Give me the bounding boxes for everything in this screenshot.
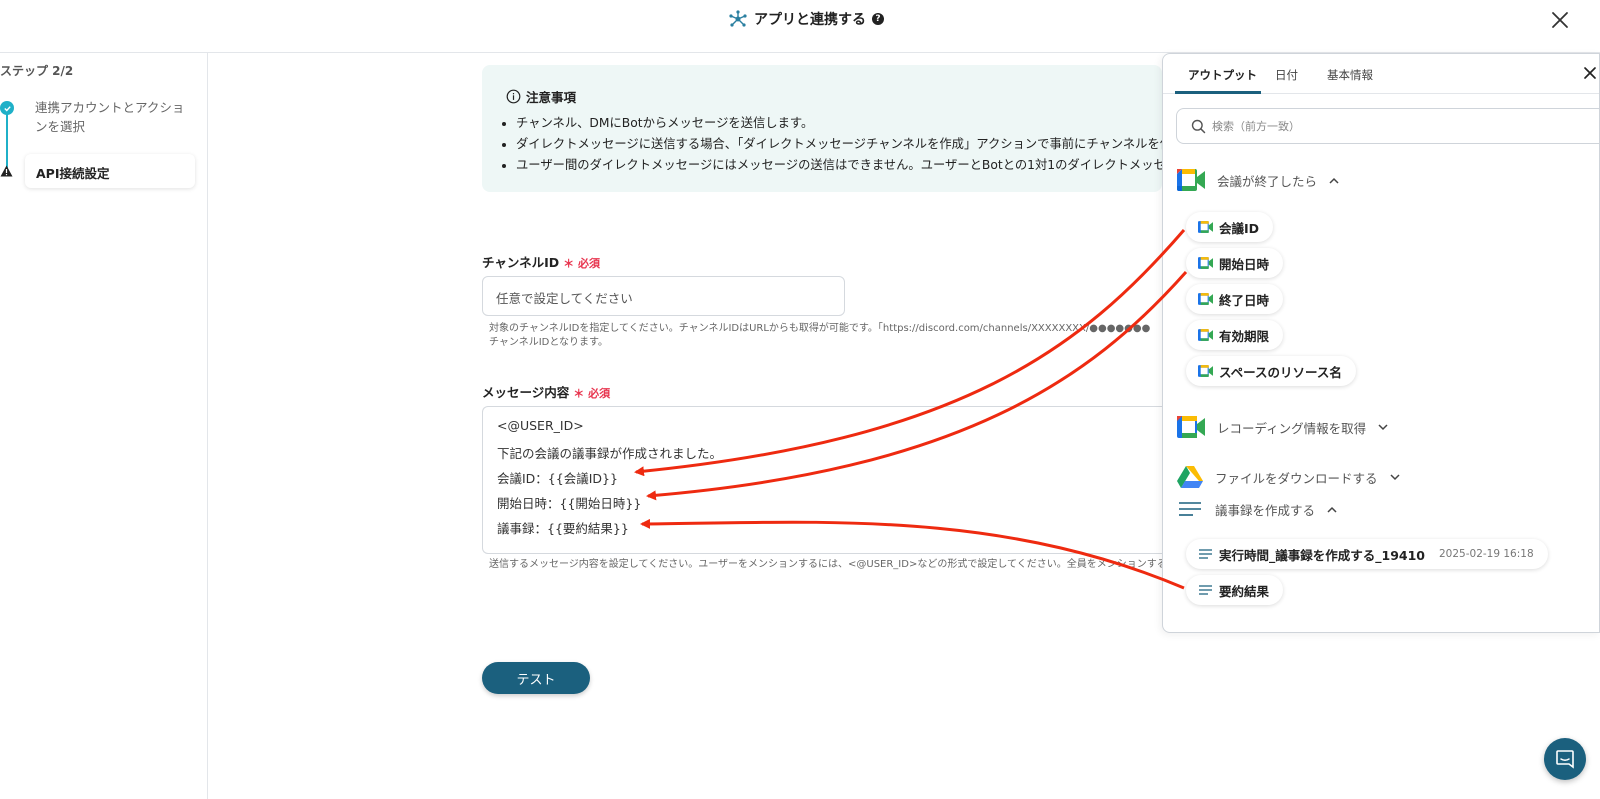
chevron-down-icon [1389,473,1400,480]
notice-header: 注意事項 [506,87,576,106]
notice-item: チャンネル、DMにBotからメッセージを送信します。 [516,113,1162,134]
doc-lines-icon [1199,585,1212,595]
chip-label: 会議ID [1219,220,1260,236]
chevron-up-icon [1329,177,1339,184]
channel-id-input[interactable]: 任意で設定してください [482,276,845,316]
output-chip-space-resource[interactable]: スペースのリソース名 [1186,356,1356,386]
message-line: 下記の会議の議事録が作成されました。 [497,446,723,461]
top-bar: アプリと連携する ? [0,0,1600,53]
chip-label: 終了日時 [1219,292,1270,308]
active-tab-indicator [1175,91,1261,94]
notice-item: ユーザー間のダイレクトメッセージにはメッセージの送信はできません。ユーザーとBo… [516,155,1162,176]
step-item-select-action[interactable]: 連携アカウントとアクションを選択 [35,98,185,136]
meet-icon [1198,329,1213,341]
doc-lines-icon [1179,501,1201,516]
notice-title: 注意事項 [526,90,577,105]
chevron-up-icon [1327,506,1337,513]
required-badge: ＊ 必須 [563,257,600,270]
dialog-title: アプリと連携する ? [728,9,884,29]
drive-icon [1177,466,1203,488]
message-textarea[interactable]: <@USER_ID> 下記の会議の議事録が作成されました。 会議ID：{{会議I… [482,406,1172,554]
chip-date: 2025-02-19 16:18 [1439,548,1534,560]
chat-button[interactable] [1544,738,1586,780]
required-text: 必須 [588,387,611,400]
step-connector [6,109,8,171]
test-button[interactable]: テスト [482,662,590,694]
chevron-down-icon [1378,423,1388,430]
chip-label: 開始日時 [1219,256,1270,272]
message-line: 会議ID：{{会議ID}} [497,471,618,486]
section-meeting-ended[interactable]: 会議が終了したら [1177,169,1339,191]
channel-id-hint-2: チャンネルIDとなります。 [489,337,609,348]
required-text: 必須 [578,257,600,270]
section-title: 会議が終了したら [1217,173,1318,189]
chat-icon [1556,750,1574,769]
search-icon [1191,119,1206,133]
meet-icon [1198,365,1213,377]
panel-tabs: アウトプット 日付 基本情報 [1163,54,1599,94]
output-panel: アウトプット 日付 基本情報 検索（前方一致） 会議が終了したら 会議ID 開始… [1162,53,1600,633]
notice-list: チャンネル、DMにBotからメッセージを送信します。 ダイレクトメッセージに送信… [516,113,1162,176]
close-icon[interactable] [1548,8,1572,32]
chip-label: 要約結果 [1219,583,1270,599]
step-item-api-settings[interactable]: API接続設定 [25,154,195,188]
notice-item: ダイレクトメッセージに送信する場合、「ダイレクトメッセージチャンネルを作成」アク… [516,134,1162,155]
search-placeholder: 検索（前方一致） [1212,120,1300,133]
output-chip-summary[interactable]: 要約結果 [1186,575,1284,605]
required-badge: ＊ 必須 [573,387,611,400]
section-download-file[interactable]: ファイルをダウンロードする [1177,466,1400,488]
output-chip-start-time[interactable]: 開始日時 [1186,248,1284,278]
tab-basic-info[interactable]: 基本情報 [1327,67,1373,83]
channel-id-label-text: チャンネルID [482,255,560,270]
message-line: <@USER_ID> [497,418,584,433]
dialog-title-text: アプリと連携する [754,12,866,28]
chip-label: スペースのリソース名 [1219,364,1342,380]
meet-icon [1198,293,1213,305]
channel-id-label: チャンネルID ＊ 必須 [482,252,600,271]
tab-output[interactable]: アウトプット [1188,67,1257,83]
meet-icon [1198,257,1213,269]
warning-icon [0,165,13,177]
section-title: 議事録を作成する [1215,503,1316,518]
help-icon[interactable]: ? [872,13,884,25]
section-title: ファイルをダウンロードする [1215,470,1378,486]
tab-date[interactable]: 日付 [1275,67,1298,83]
info-icon [506,89,521,104]
close-icon[interactable] [1583,66,1597,80]
step-item-label: API接続設定 [36,166,110,181]
chip-label: 実行時間_議事録を作成する_19410 [1219,547,1425,563]
check-icon [0,101,14,115]
doc-lines-icon [1199,549,1212,559]
section-create-minutes[interactable]: 議事録を作成する [1177,500,1337,519]
output-chip-end-time[interactable]: 終了日時 [1186,284,1284,314]
message-hint: 送信するメッセージ内容を設定してください。ユーザーをメンションするには、<@US… [489,559,1162,570]
message-line: 開始日時：{{開始日時}} [497,496,642,511]
section-title: レコーディング情報を取得 [1217,420,1367,436]
network-icon [729,10,747,27]
search-input[interactable]: 検索（前方一致） [1176,108,1599,144]
chip-label: 有効期限 [1219,328,1270,344]
step-counter: ステップ 2/2 [0,64,74,78]
meet-icon [1177,416,1205,438]
meet-icon [1177,169,1205,191]
output-chip-meeting-id[interactable]: 会議ID [1186,212,1274,242]
output-chip-expiry[interactable]: 有効期限 [1186,320,1284,350]
step-sidebar: ステップ 2/2 連携アカウントとアクションを選択 API接続設定 [0,53,208,799]
message-label-text: メッセージ内容 [482,385,570,400]
output-chip-execution-time[interactable]: 実行時間_議事録を作成する_19410 2025-02-19 16:18 [1186,539,1548,569]
meet-icon [1198,221,1213,233]
channel-id-hint: 対象のチャンネルIDを指定してください。チャンネルIDはURLからも取得が可能で… [489,323,1151,334]
section-recording-info[interactable]: レコーディング情報を取得 [1177,416,1388,438]
message-line: 議事録：{{要約結果}} [497,521,629,536]
notice-box: 注意事項 チャンネル、DMにBotからメッセージを送信します。 ダイレクトメッセ… [482,65,1162,192]
message-label: メッセージ内容 ＊ 必須 [482,382,610,401]
